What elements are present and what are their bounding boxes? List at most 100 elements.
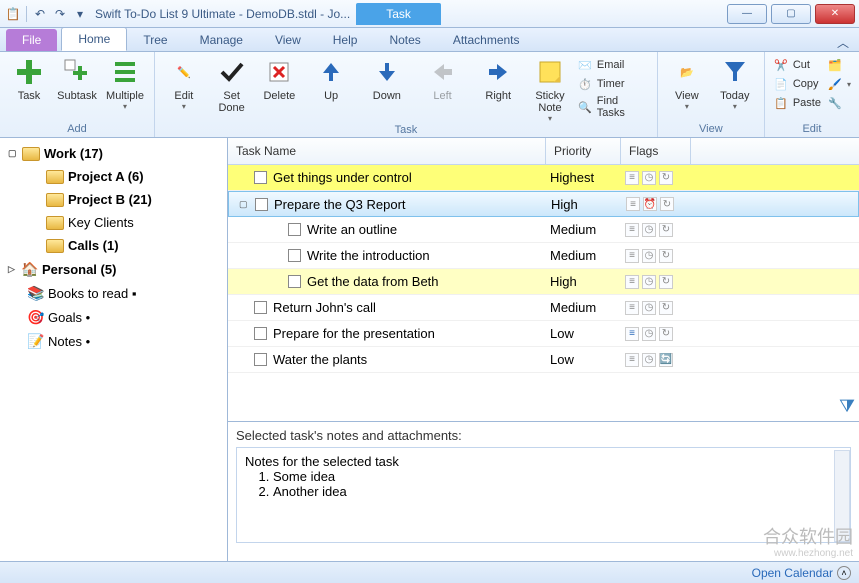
tab-manage[interactable]: Manage	[184, 29, 259, 51]
checkbox[interactable]	[288, 223, 301, 236]
note-flag-icon[interactable]: ≡	[625, 353, 639, 367]
clock-flag-icon[interactable]: ◷	[642, 353, 656, 367]
wrench-button[interactable]: 🔧	[825, 94, 853, 112]
note-flag-icon[interactable]: ≡	[625, 249, 639, 263]
col-flags[interactable]: Flags	[621, 138, 691, 164]
task-row[interactable]: Get the data from BethHigh≡◷↻	[228, 269, 859, 295]
paste-button[interactable]: 📋Paste	[771, 94, 823, 112]
task-button[interactable]: Task	[6, 54, 52, 102]
undo-icon[interactable]: ↶	[31, 5, 49, 23]
qat-dropdown-icon[interactable]: ▾	[71, 5, 89, 23]
notes-editor[interactable]: Notes for the selected task Some ideaAno…	[236, 447, 851, 543]
left-button[interactable]: Left	[416, 54, 470, 102]
checkbox[interactable]	[288, 249, 301, 262]
view-button[interactable]: 📂View▾	[664, 54, 710, 111]
tree-item[interactable]: 🎯Goals •	[2, 305, 225, 329]
task-row[interactable]: Prepare for the presentationLow≡◷↻	[228, 321, 859, 347]
task-row[interactable]: Water the plantsLow≡◷🔄	[228, 347, 859, 373]
tree-item[interactable]: Project B (21)	[2, 188, 225, 211]
tab-notes[interactable]: Notes	[373, 29, 436, 51]
recur-flag-icon[interactable]: ↻	[659, 301, 673, 315]
checkbox[interactable]	[254, 327, 267, 340]
tab-tree[interactable]: Tree	[127, 29, 183, 51]
note-flag-icon[interactable]: ≡	[625, 275, 639, 289]
tree-item[interactable]: Project A (6)	[2, 165, 225, 188]
sticky-note-button[interactable]: Sticky Note▾	[527, 54, 573, 123]
tree-item[interactable]: ▢Work (17)	[2, 142, 225, 165]
tree-item[interactable]: 📚Books to read ▪	[2, 281, 225, 305]
brush-button[interactable]: 🖌️▾	[825, 75, 853, 93]
recur-flag-icon[interactable]: ↻	[659, 249, 673, 263]
task-row[interactable]: Return John's callMedium≡◷↻	[228, 295, 859, 321]
today-button[interactable]: Today▾	[712, 54, 758, 111]
checkbox[interactable]	[254, 301, 267, 314]
note-flag-icon[interactable]: ≡	[625, 327, 639, 341]
col-priority[interactable]: Priority	[546, 138, 621, 164]
clock-flag-icon[interactable]: ◷	[642, 301, 656, 315]
ribbon-tabs: File Home Tree Manage View Help Notes At…	[0, 28, 859, 52]
checkbox[interactable]	[288, 275, 301, 288]
edit-button[interactable]: ✏️Edit▾	[161, 54, 207, 111]
clock-flag-icon[interactable]: ◷	[642, 327, 656, 341]
checkbox[interactable]	[254, 171, 267, 184]
tree-item[interactable]: Key Clients	[2, 211, 225, 234]
clock-flag-icon[interactable]: ◷	[642, 275, 656, 289]
note-flag-icon[interactable]: ≡	[625, 223, 639, 237]
open-calendar-link[interactable]: Open Calendar	[752, 566, 833, 580]
copy-button[interactable]: 📄Copy	[771, 75, 823, 93]
checkbox[interactable]	[255, 198, 268, 211]
find-tasks-button[interactable]: 🔍Find Tasks	[575, 94, 651, 120]
clock-flag-icon[interactable]: ◷	[642, 223, 656, 237]
reminder-flag-icon[interactable]: ⏰	[643, 197, 657, 211]
tree-item[interactable]: Calls (1)	[2, 234, 225, 257]
minimize-button[interactable]: —	[727, 4, 767, 24]
note-flag-icon[interactable]: ≡	[626, 197, 640, 211]
recur-flag-icon[interactable]: ↻	[659, 327, 673, 341]
task-row[interactable]: Write the introductionMedium≡◷↻	[228, 243, 859, 269]
cut-button[interactable]: ✂️Cut	[771, 56, 823, 74]
timer-button[interactable]: ⏱️Timer	[575, 75, 651, 93]
chevron-up-icon[interactable]: ˄	[837, 566, 851, 580]
multiple-button[interactable]: Multiple▾	[102, 54, 148, 111]
tree-item-label: Key Clients	[68, 215, 134, 230]
down-button[interactable]: Down	[360, 54, 414, 102]
row-expander-icon[interactable]: ▢	[239, 199, 249, 210]
clock-flag-icon[interactable]: ◷	[642, 249, 656, 263]
task-row[interactable]: ▢Prepare the Q3 ReportHigh≡⏰↻	[228, 191, 859, 217]
up-button[interactable]: Up	[304, 54, 358, 102]
file-tab[interactable]: File	[6, 29, 57, 51]
tree-item[interactable]: 📝Notes •	[2, 329, 225, 353]
delete-button[interactable]: Delete	[257, 54, 303, 102]
task-row[interactable]: Write an outlineMedium≡◷↻	[228, 217, 859, 243]
tab-home[interactable]: Home	[61, 27, 127, 51]
recur-flag-icon[interactable]: ↻	[659, 275, 673, 289]
tab-view[interactable]: View	[259, 29, 317, 51]
note-flag-icon[interactable]: ≡	[625, 301, 639, 315]
close-button[interactable]: ✕	[815, 4, 855, 24]
maximize-button[interactable]: ▢	[771, 4, 811, 24]
expand-icon[interactable]: ▢	[8, 148, 18, 159]
context-tab-task[interactable]: Task	[356, 3, 441, 25]
note-flag-icon[interactable]: ≡	[625, 171, 639, 185]
recur-flag-icon[interactable]: ↻	[659, 223, 673, 237]
tab-attachments[interactable]: Attachments	[437, 29, 536, 51]
clock-flag-icon[interactable]: ◷	[642, 171, 656, 185]
subtask-button[interactable]: Subtask	[54, 54, 100, 102]
email-button[interactable]: ✉️Email	[575, 56, 651, 74]
redo-icon[interactable]: ↷	[51, 5, 69, 23]
checkbox[interactable]	[254, 353, 267, 366]
recur-flag-icon[interactable]: ↻	[659, 171, 673, 185]
tab-help[interactable]: Help	[317, 29, 374, 51]
expand-icon[interactable]: ▷	[8, 264, 18, 275]
collapse-ribbon-icon[interactable]: ︿	[827, 34, 859, 51]
set-done-button[interactable]: Set Done	[209, 54, 255, 114]
task-priority: Highest	[546, 170, 621, 185]
filter-icon[interactable]: ⧩	[839, 396, 855, 417]
task-row[interactable]: Get things under controlHighest≡◷↻	[228, 165, 859, 191]
format-button[interactable]: 🗂️	[825, 56, 853, 74]
col-task-name[interactable]: Task Name	[228, 138, 546, 164]
recur-flag-icon[interactable]: 🔄	[659, 353, 673, 367]
right-button[interactable]: Right	[471, 54, 525, 102]
tree-item[interactable]: ▷🏠Personal (5)	[2, 257, 225, 281]
recur-flag-icon[interactable]: ↻	[660, 197, 674, 211]
